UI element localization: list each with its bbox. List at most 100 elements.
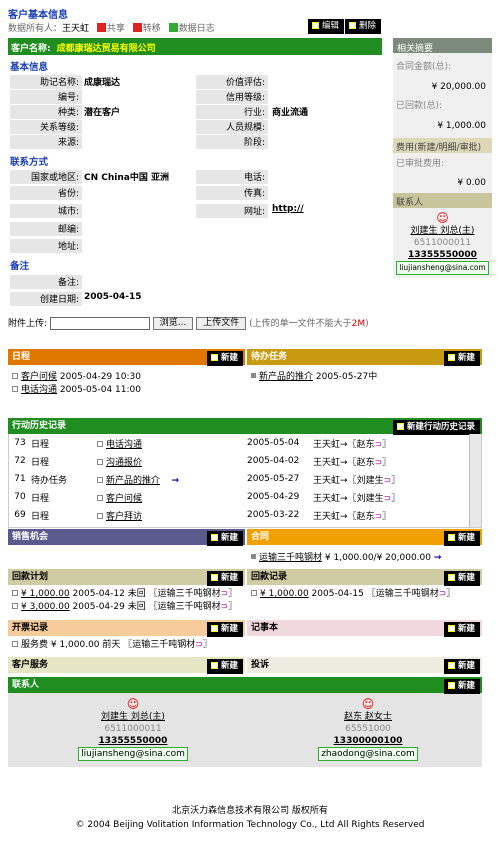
summary-panel: 相关摘要 合同金额(总): ¥ 20,000.00 已回款(总): ¥ 1,00… (393, 38, 492, 278)
contact-name[interactable]: 刘建生 刘总(主) (68, 711, 198, 723)
service-panel: 客户服务 新建 (8, 657, 245, 675)
payrecord-amount[interactable]: ¥ 1,000.00 (260, 589, 309, 599)
history-subject[interactable]: 客户问候 (106, 494, 142, 504)
complaint-new-button[interactable]: 新建 (443, 659, 480, 674)
service-new-button[interactable]: 新建 (206, 659, 243, 674)
memo-title: 记事本 (251, 623, 279, 633)
history-to: 赵东 (356, 511, 375, 522)
schedule-title: 日程 (12, 352, 31, 362)
checkbox-icon (251, 590, 257, 596)
contact-email[interactable]: liujiansheng@sina.com (78, 747, 188, 761)
history-table: 73 日程 电话沟通 2005-05-04 王天虹→〖赵东⊃〗 72 日程 沟通报价 2005-… (9, 434, 469, 524)
side-contact-name[interactable]: 刘建生 刘总(主) (393, 225, 492, 237)
history-new-button[interactable]: 新建行动历史记录 (392, 420, 480, 435)
province-label: 省份: (10, 186, 82, 200)
history-from: 王天虹 (313, 511, 341, 522)
opportunity-new-button[interactable]: 新建 (206, 531, 243, 546)
upload-hint-end: ) (365, 319, 369, 329)
country-value: CN China中国 亚洲 (84, 173, 169, 183)
customer-name-bar: 客户名称: 成都康瑞达贸易有限公司 (8, 38, 382, 55)
addr-value (84, 239, 192, 253)
edit-button[interactable]: 编辑 (308, 19, 345, 34)
contact-name[interactable]: 赵东 赵女士 (303, 711, 433, 723)
industry-value: 商业流通 (272, 108, 309, 118)
history-type: 日程 (31, 457, 50, 468)
contract-total-label: 合同金额(总): (396, 62, 452, 72)
log-link[interactable]: 数据日志 (179, 24, 215, 34)
fee-header[interactable]: 费用(新建/明细/审批) (393, 138, 492, 153)
history-no: 69 (14, 510, 26, 520)
history-subject[interactable]: 电话沟通 (106, 440, 142, 450)
basic-info-title: 基本信息 (10, 62, 49, 73)
checkbox-icon (97, 440, 103, 447)
paid-total: ¥ 1,000.00 (437, 121, 486, 131)
contact-mobile[interactable]: 13355550000 (68, 735, 198, 747)
invoice-header: 开票记录 新建 (8, 620, 245, 637)
tag-icon: ⊃ (220, 589, 229, 599)
fax-label: 传真: (196, 186, 268, 200)
side-contact-email[interactable]: liujiansheng@sina.com (396, 261, 489, 275)
move-link[interactable]: 转移 (143, 24, 161, 34)
list-item: 电话沟通 2005-05-04 11:00 (8, 384, 245, 397)
payplan-amount[interactable]: ¥ 1,000.00 (21, 589, 70, 599)
share-link[interactable]: 共享 (107, 24, 125, 34)
delete-button[interactable]: 删除 (345, 19, 382, 34)
contract-item-link[interactable]: 运输三千吨钢材 (259, 553, 322, 563)
checkbox-icon (97, 458, 103, 465)
memo-new-button[interactable]: 新建 (443, 622, 480, 637)
schedule-item-link[interactable]: 客户问候 (21, 372, 57, 382)
contract-new-button[interactable]: 新建 (443, 531, 480, 546)
payplan-header: 回款计划 新建 (8, 569, 245, 586)
task-item-link[interactable]: 新产品的推介 (259, 372, 313, 382)
opportunity-title: 销售机会 (12, 532, 49, 542)
contract-header: 合同 新建 (247, 529, 482, 546)
history-type: 日程 (31, 511, 50, 522)
history-type: 日程 (31, 439, 50, 450)
checkbox-icon (97, 512, 103, 519)
schedule-item-link[interactable]: 电话沟通 (21, 385, 57, 395)
payplan-new-button[interactable]: 新建 (206, 571, 243, 586)
history-date: 2005-04-02 (247, 456, 300, 466)
new-icon (447, 662, 455, 669)
history-header: 行动历史记录 新建行动历史记录 (8, 418, 482, 435)
service-title: 客户服务 (12, 660, 49, 670)
source-label: 来源: (10, 135, 82, 149)
history-to: 赵东 (356, 439, 375, 450)
side-contact-mobile[interactable]: 13355550000 (393, 249, 492, 261)
contacts-new-button[interactable]: 新建 (443, 679, 480, 694)
new-icon (447, 534, 455, 541)
remark-label: 备注: (10, 275, 82, 289)
invoice-new-button[interactable]: 新建 (206, 622, 243, 637)
payrecord-new-button[interactable]: 新建 (443, 571, 480, 586)
table-row: 70 日程 客户问候 2005-04-29 王天虹→〖刘建生⊃〗 (9, 488, 469, 506)
upload-button[interactable]: 上传文件 (196, 317, 247, 330)
checkbox-icon (12, 603, 18, 609)
schedule-new-button[interactable]: 新建 (206, 351, 243, 366)
tag-icon: ⊃ (438, 589, 447, 599)
contact-email[interactable]: zhaodong@sina.com (318, 747, 418, 761)
contact-card: ☺ 赵东 赵女士 65551000 13300000100 zhaodong@s… (303, 697, 433, 761)
history-no: 70 (14, 492, 26, 502)
edit-icon (312, 22, 319, 29)
smile-icon: ☺ (361, 697, 375, 711)
list-item: ¥ 1,000.00 2005-04-15 〖运输三千吨钢材⊃〗 (247, 588, 482, 601)
browse-button[interactable]: 浏览... (152, 317, 194, 330)
history-subject[interactable]: 沟通报价 (106, 458, 142, 468)
payplan-amount[interactable]: ¥ 3,000.00 (21, 602, 70, 612)
type-label: 种类: (10, 105, 82, 119)
history-subject[interactable]: 客户拜访 (106, 512, 142, 522)
tasks-new-button[interactable]: 新建 (443, 351, 480, 366)
contacts-header: 联系人 新建 (8, 677, 482, 694)
complaint-title: 投诉 (251, 660, 270, 670)
history-scrollbar[interactable] (469, 434, 481, 527)
web-label: 网址: (196, 204, 268, 218)
web-value[interactable]: http:// (272, 204, 304, 218)
complaint-panel: 投诉 新建 (247, 657, 482, 675)
new-icon (447, 682, 455, 689)
memo-panel: 记事本 新建 (247, 620, 482, 656)
history-subject[interactable]: 新产品的推介 (106, 476, 160, 486)
upload-file-input[interactable] (49, 317, 150, 330)
tag-icon: ⊃ (374, 457, 383, 468)
contact-mobile[interactable]: 13300000100 (303, 735, 433, 747)
mnemonic-label: 助记名称: (10, 75, 82, 89)
